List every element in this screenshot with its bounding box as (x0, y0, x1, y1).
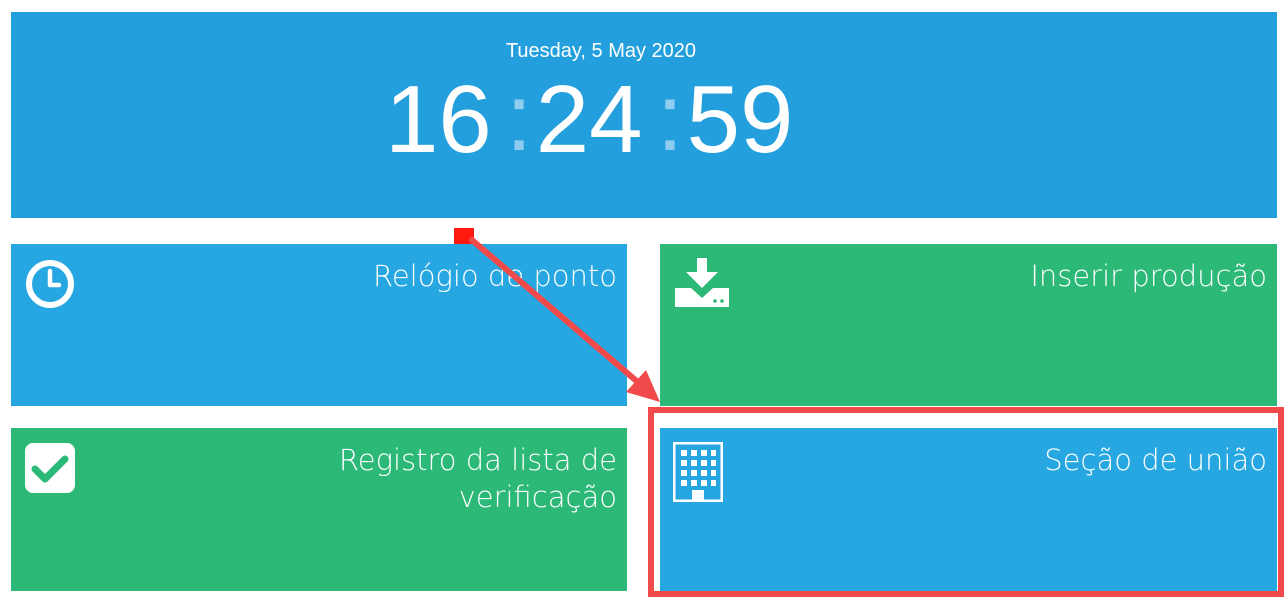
clock-minutes: 24 (535, 66, 643, 173)
tile-registro-lista-verificacao[interactable]: Registro da lista de verificação (11, 428, 627, 591)
clock-seconds: 59 (686, 66, 794, 173)
clock-panel: Tuesday, 5 May 2020 16 : 24 : 59 (11, 12, 1277, 218)
tile-secao-de-uniao[interactable]: Seção de união (660, 428, 1277, 591)
tile-inserir-producao[interactable]: Inserir produção (660, 244, 1277, 406)
clock-time: 16 : 24 : 59 (385, 64, 794, 173)
clock-hours: 16 (385, 66, 492, 173)
tile-label: Inserir produção (1030, 259, 1267, 293)
tile-label: Relógio de ponto (372, 259, 617, 293)
tile-relogio-de-ponto[interactable]: Relógio de ponto (11, 244, 627, 406)
clock-date: Tuesday, 5 May 2020 (505, 40, 697, 62)
tile-label: Seção de união (1044, 443, 1267, 477)
annotation-marker (454, 228, 474, 244)
building-icon (672, 441, 724, 507)
tile-label: Registro da lista de verificação (338, 443, 617, 514)
download-tray-icon (673, 258, 731, 313)
checkbox-icon (24, 442, 76, 499)
clock-separator: : (656, 64, 684, 171)
clock-separator: : (505, 64, 533, 171)
clock-icon (24, 258, 76, 315)
